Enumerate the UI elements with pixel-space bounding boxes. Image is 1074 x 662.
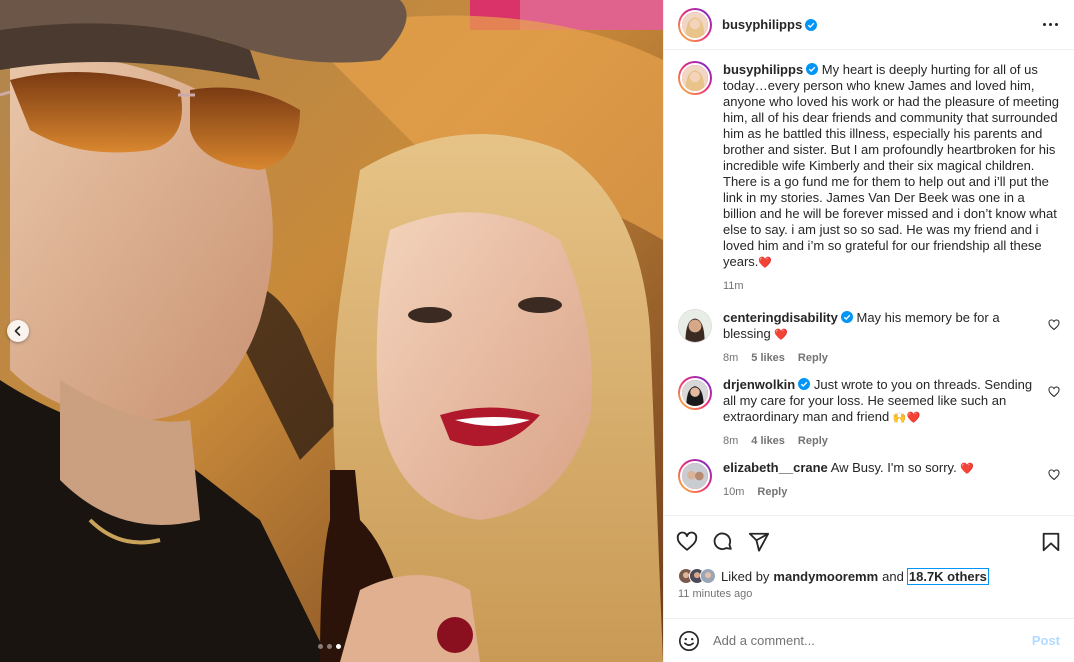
post-modal: busyphilipps busyphilipps My heart is de… [0, 0, 1074, 662]
comment-input[interactable] [713, 633, 1032, 648]
caption-avatar[interactable] [678, 61, 712, 95]
heart-emoji: ❤️ [758, 257, 773, 269]
post-media[interactable] [0, 0, 663, 662]
post-header: busyphilipps [664, 0, 1074, 50]
like-comment-heart-icon[interactable] [1048, 386, 1060, 398]
carousel-dot [318, 644, 323, 649]
heart-emoji: ❤️ [774, 329, 789, 341]
comment-likes[interactable]: 4 likes [751, 434, 785, 448]
commenter-avatar[interactable] [678, 376, 712, 410]
post-sidebar: busyphilipps busyphilipps My heart is de… [663, 0, 1074, 662]
carousel-dot-active [336, 644, 341, 649]
author-avatar[interactable] [678, 7, 712, 42]
verified-icon [840, 311, 853, 323]
like-comment-heart-icon[interactable] [1048, 469, 1060, 481]
verified-icon [798, 378, 811, 390]
commenter-avatar[interactable] [678, 459, 712, 493]
verified-icon [805, 18, 818, 31]
bookmark-icon[interactable] [1040, 531, 1062, 553]
emoji-icon[interactable] [678, 630, 700, 652]
comment-text: Aw Busy. I'm so sorry. [830, 460, 957, 475]
liker-avatars[interactable] [678, 568, 716, 584]
avatar-image [682, 463, 708, 489]
post-photo [0, 0, 663, 662]
caption-username[interactable]: busyphilipps [723, 62, 803, 77]
comment-time[interactable]: 8m [723, 434, 738, 448]
comment-username[interactable]: elizabeth__crane [723, 460, 828, 475]
author-username[interactable]: busyphilipps [722, 17, 802, 32]
avatar-image [679, 310, 711, 342]
reply-button[interactable]: Reply [757, 485, 787, 499]
caption: busyphilipps My heart is deeply hurting … [678, 61, 1060, 293]
comment-icon[interactable] [712, 531, 734, 553]
comment-item: elizabeth__crane Aw Busy. I'm so sorry. … [678, 459, 1060, 499]
comment-item: centeringdisability May his memory be fo… [678, 309, 1060, 365]
caption-time[interactable]: 11m [723, 279, 744, 293]
like-comment-heart-icon[interactable] [1048, 319, 1060, 331]
heart-emoji: ❤️ [960, 463, 975, 475]
likes-summary: Liked by mandymooremm and 18.7K others [664, 567, 1074, 585]
chevron-left-icon [14, 326, 21, 336]
comments-list[interactable]: busyphilipps My heart is deeply hurting … [664, 50, 1074, 515]
comment-likes[interactable]: 5 likes [751, 351, 785, 365]
commenter-avatar[interactable] [678, 309, 712, 343]
avatar-image [682, 380, 708, 406]
post-timestamp[interactable]: 11 minutes ago [664, 585, 1074, 607]
reply-button[interactable]: Reply [798, 434, 828, 448]
liked-by-label: Liked by [721, 568, 770, 584]
liker-username[interactable]: mandymooremm [773, 569, 878, 584]
likes-others-link[interactable]: 18.7K others [906, 567, 989, 585]
more-icon [1043, 23, 1046, 26]
comment-item: drjenwolkin Just wrote to you on threads… [678, 376, 1060, 448]
emoji: 🙌❤️ [892, 412, 921, 424]
and-label: and [882, 568, 904, 584]
comment-composer: Post [664, 618, 1074, 662]
avatar-image [682, 65, 708, 91]
verified-icon [806, 63, 819, 75]
post-comment-button[interactable]: Post [1032, 633, 1060, 648]
comment-time[interactable]: 8m [723, 351, 738, 365]
reply-button[interactable]: Reply [798, 351, 828, 365]
caption-text: My heart is deeply hurting for all of us… [723, 62, 1060, 269]
action-bar [664, 515, 1074, 567]
carousel-indicator [318, 644, 341, 649]
avatar-image [682, 11, 708, 38]
more-options-button[interactable] [1041, 17, 1060, 32]
comment-username[interactable]: centeringdisability [723, 310, 838, 325]
share-icon[interactable] [748, 531, 770, 553]
comment-username[interactable]: drjenwolkin [723, 377, 795, 392]
heart-icon[interactable] [676, 531, 698, 553]
comment-time[interactable]: 10m [723, 485, 744, 499]
carousel-prev-button[interactable] [7, 320, 29, 342]
avatar-image [701, 569, 715, 583]
carousel-dot [327, 644, 332, 649]
